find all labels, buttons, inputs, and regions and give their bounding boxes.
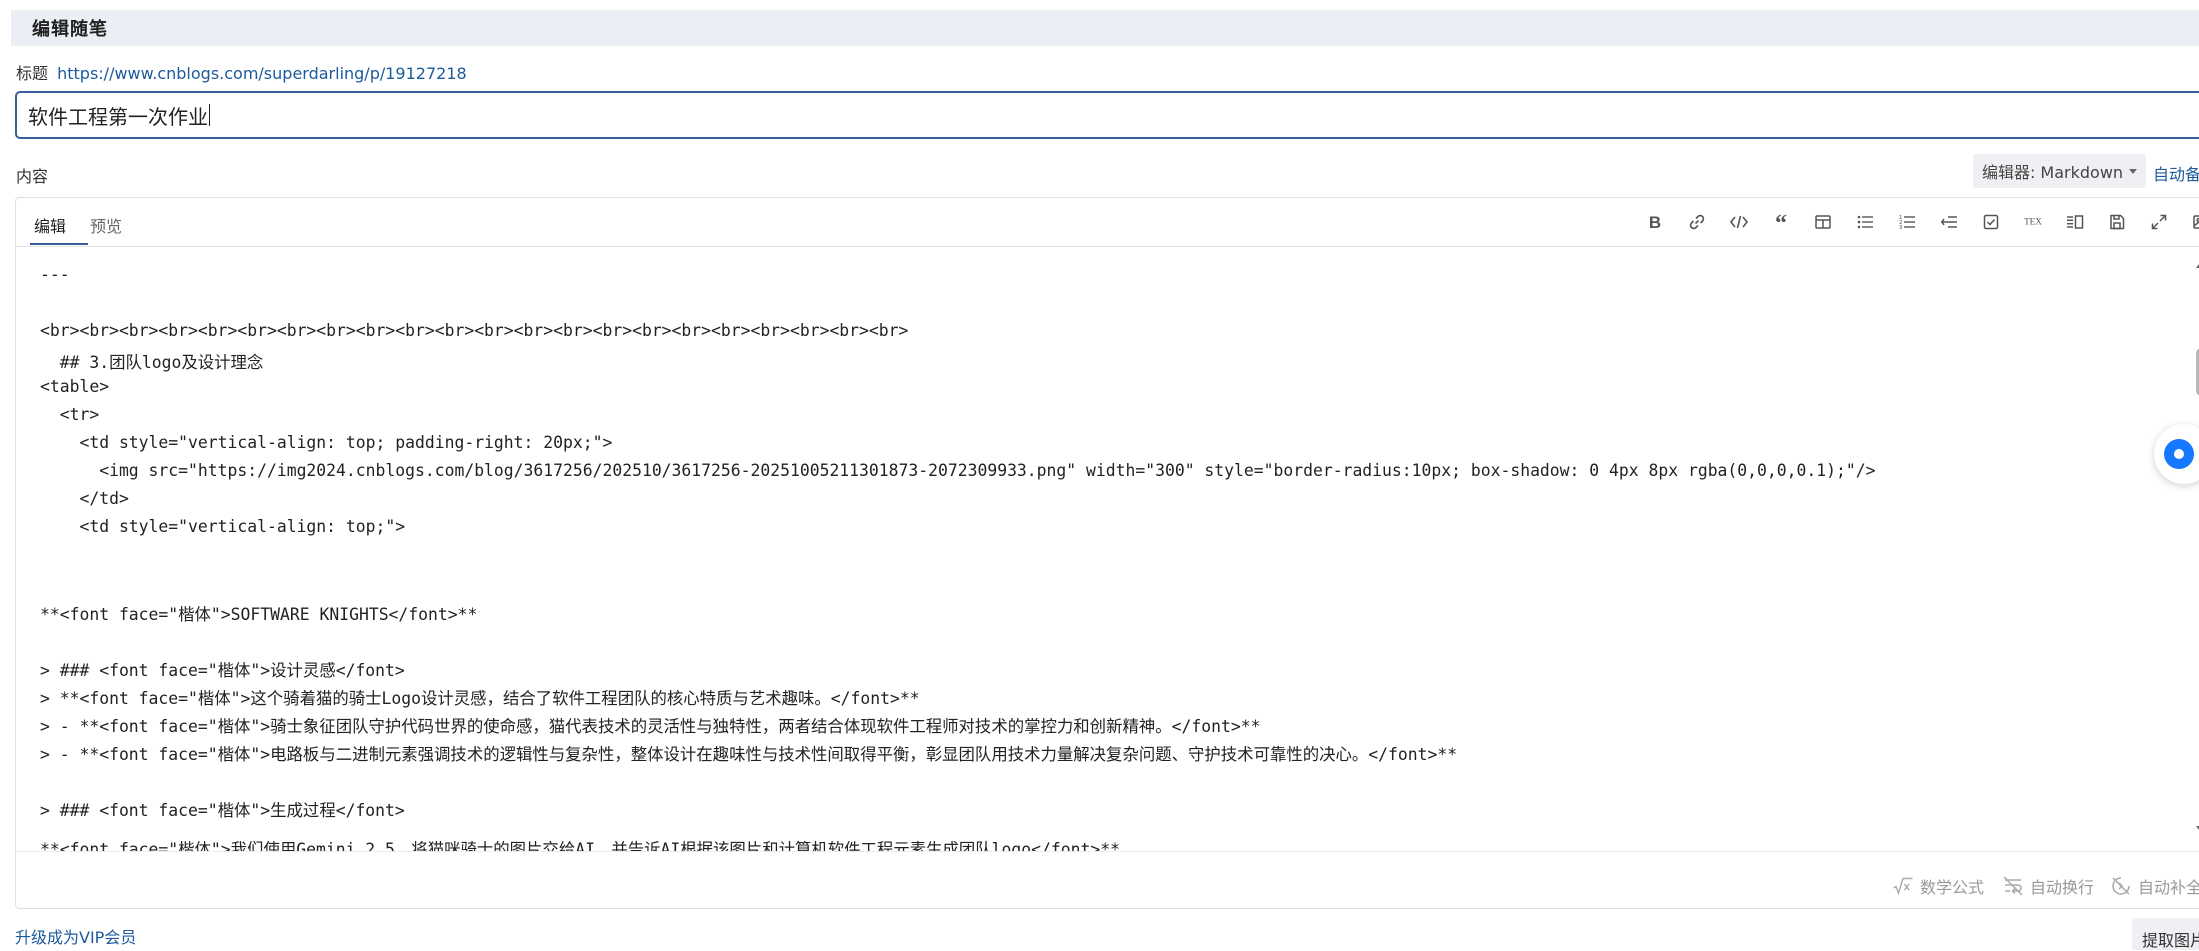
code-line: **<font face="楷体">我们使用Gemini 2.5，将猫咪骑士的图… (40, 840, 1120, 851)
markdown-editor: 编辑 预览 B “ 123 TEX --- <br><br><br><br><b… (15, 197, 2199, 909)
autocomplete-icon (2112, 877, 2130, 895)
code-line: > ### <font face="楷体">生成过程</font> (40, 801, 405, 820)
code-line: **<font face="楷体">SOFTWARE KNIGHTS</font… (40, 605, 478, 624)
code-line: <img src="https://img2024.cnblogs.com/bl… (40, 461, 1876, 480)
autocomplete-label: 自动补全 (2138, 878, 2199, 897)
quote-icon[interactable]: “ (1760, 208, 1802, 236)
word-wrap-label: 自动换行 (2030, 878, 2095, 897)
title-input-value: 软件工程第一次作业 (28, 104, 208, 129)
code-line: > - **<font face="楷体">电路板与二进制元素强调技术的逻辑性与… (40, 745, 1458, 764)
upgrade-vip-link[interactable]: 升级成为VIP会员 (15, 924, 136, 948)
ordered-list-icon[interactable]: 123 (1886, 208, 1928, 236)
svg-text:TEX: TEX (2024, 217, 2042, 227)
post-link[interactable]: https://www.cnblogs.com/superdarling/p/1… (57, 64, 467, 83)
code-line: </td> (40, 489, 129, 508)
fetch-images-button[interactable]: 提取图片 (2132, 918, 2199, 950)
code-line: <td style="vertical-align: top; padding-… (40, 433, 613, 452)
save-icon[interactable] (2096, 208, 2138, 236)
word-wrap-icon (2003, 876, 2023, 896)
tab-preview[interactable]: 预览 (90, 213, 122, 237)
editor-type-select[interactable]: 编辑器: Markdown (1973, 154, 2146, 188)
code-line: --- (40, 265, 70, 284)
vertical-scrollbar[interactable] (2191, 246, 2199, 851)
indent-list-icon[interactable] (1928, 208, 1970, 236)
bold-icon[interactable]: B (1634, 208, 1676, 236)
svg-text:B: B (1649, 213, 1661, 232)
code-line: <table> (40, 377, 110, 396)
link-icon[interactable] (1676, 208, 1718, 236)
title-input[interactable]: 软件工程第一次作业 (15, 91, 2199, 139)
svg-text:3: 3 (1899, 225, 1903, 231)
code-icon[interactable] (1718, 208, 1760, 236)
text-caret (209, 104, 210, 126)
tex-icon[interactable]: TEX (2012, 208, 2054, 236)
code-line: > ### <font face="楷体">设计灵感</font> (40, 661, 405, 680)
editor-tab-bar: 编辑 预览 B “ 123 TEX (16, 198, 2199, 247)
math-toggle-label: 数学公式 (1920, 878, 1985, 897)
code-line: ## 3.团队logo及设计理念 (40, 353, 264, 372)
editor-status-bar: 数学公式 自动换行 自动补全 (16, 851, 2199, 910)
word-wrap-toggle[interactable]: 自动换行 (2002, 874, 2094, 898)
code-line: > **<font face="楷体">这个骑着猫的骑士Logo设计灵感，结合了… (40, 689, 920, 708)
math-formula-icon (1893, 877, 1913, 896)
tab-edit[interactable]: 编辑 (34, 213, 66, 237)
unordered-list-icon[interactable] (1844, 208, 1886, 236)
autobackup-link[interactable]: 自动备 (2153, 161, 2199, 185)
checkbox-icon[interactable] (1970, 208, 2012, 236)
code-line: <tr> (40, 405, 100, 424)
chevron-down-icon (2129, 168, 2138, 174)
editor-toolbar: B “ 123 TEX (1634, 208, 2199, 236)
code-line: <br><br><br><br><br><br><br><br><br><br>… (40, 321, 909, 340)
page-header: 编辑随笔 (11, 10, 2199, 46)
image-icon[interactable] (2180, 208, 2199, 236)
title-label-row: 标题 https://www.cnblogs.com/superdarling/… (16, 60, 467, 84)
fullscreen-icon[interactable] (2138, 208, 2180, 236)
code-line: <td style="vertical-align: top;"> (40, 517, 406, 536)
math-toggle[interactable]: 数学公式 (1892, 874, 1984, 898)
editor-type-label: 编辑器: Markdown (1981, 163, 2124, 182)
split-view-icon[interactable] (2054, 208, 2096, 236)
table-icon[interactable] (1802, 208, 1844, 236)
markdown-textarea[interactable]: --- <br><br><br><br><br><br><br><br><br>… (16, 246, 2196, 851)
page-title: 编辑随笔 (32, 19, 108, 40)
active-tab-indicator (30, 243, 88, 245)
chat-bubble-icon (2164, 439, 2194, 469)
content-label: 内容 (16, 167, 49, 186)
autocomplete-toggle[interactable]: 自动补全 (2110, 874, 2199, 898)
code-line: > - **<font face="楷体">骑士象征团队守护代码世界的使命感，猫… (40, 717, 1261, 736)
svg-text:“: “ (1775, 212, 1787, 232)
title-label: 标题 (16, 64, 49, 83)
